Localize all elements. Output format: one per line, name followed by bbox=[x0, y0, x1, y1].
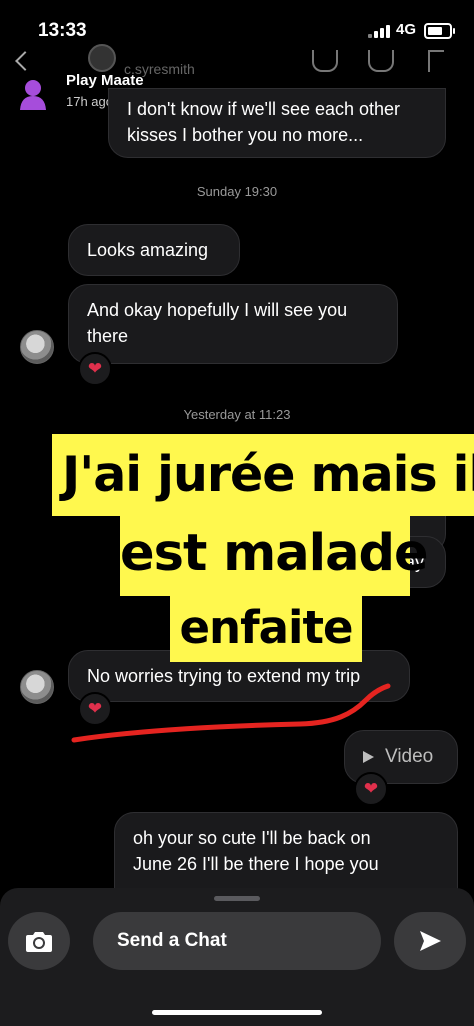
send-chat-input[interactable] bbox=[93, 912, 381, 970]
last-active: 17h ago bbox=[66, 94, 113, 109]
heart-icon: ❤ bbox=[78, 352, 112, 386]
story-caption-line: enfaite bbox=[170, 594, 362, 662]
message-bubble-incoming[interactable]: And okay hopefully I will see you there bbox=[68, 284, 398, 364]
message-text: I don't know if we'll see each other bbox=[127, 99, 401, 119]
bitmoji-icon[interactable] bbox=[18, 78, 48, 110]
red-scribble bbox=[71, 683, 391, 743]
camera-icon bbox=[26, 932, 52, 952]
back-chevron-icon[interactable] bbox=[15, 51, 35, 71]
home-indicator bbox=[152, 1010, 322, 1015]
message-text: kisses I bother you no more... bbox=[127, 125, 364, 145]
contact-avatar[interactable] bbox=[20, 670, 54, 704]
message-text: Looks amazing bbox=[87, 240, 209, 260]
message-bubble-incoming[interactable]: Looks amazing bbox=[68, 224, 240, 276]
camera-button[interactable] bbox=[8, 912, 70, 970]
battery-icon bbox=[424, 23, 455, 39]
message-text: And okay hopefully I will see you bbox=[87, 300, 348, 320]
play-icon bbox=[363, 751, 374, 763]
timestamp: Sunday 19:30 bbox=[196, 184, 278, 199]
avatar bbox=[88, 44, 116, 72]
message-text: there bbox=[87, 326, 129, 346]
status-time: 13:33 bbox=[38, 20, 87, 41]
contact-name[interactable]: Play Maate bbox=[66, 72, 144, 89]
story-caption-line: est malade bbox=[120, 512, 429, 596]
message-text: oh your so cute I'll be back on bbox=[133, 828, 371, 848]
drag-handle[interactable] bbox=[214, 896, 260, 901]
signal-strength-icon bbox=[368, 24, 390, 38]
story-caption-line: J'ai jurée mais il bbox=[52, 434, 474, 516]
call-icon[interactable] bbox=[312, 50, 338, 72]
send-button[interactable] bbox=[394, 912, 466, 970]
more-icon[interactable] bbox=[428, 50, 444, 72]
heart-icon: ❤ bbox=[354, 772, 388, 806]
contact-avatar[interactable] bbox=[20, 330, 54, 364]
send-arrow-icon bbox=[420, 931, 441, 951]
timestamp: Yesterday at 11:23 bbox=[183, 407, 291, 422]
network-type: 4G bbox=[396, 21, 417, 38]
message-text: June 26 I'll be there I hope you bbox=[133, 854, 379, 874]
message-bubble-outgoing[interactable]: I don't know if we'll see each other kis… bbox=[108, 88, 446, 158]
video-call-icon[interactable] bbox=[368, 50, 394, 72]
